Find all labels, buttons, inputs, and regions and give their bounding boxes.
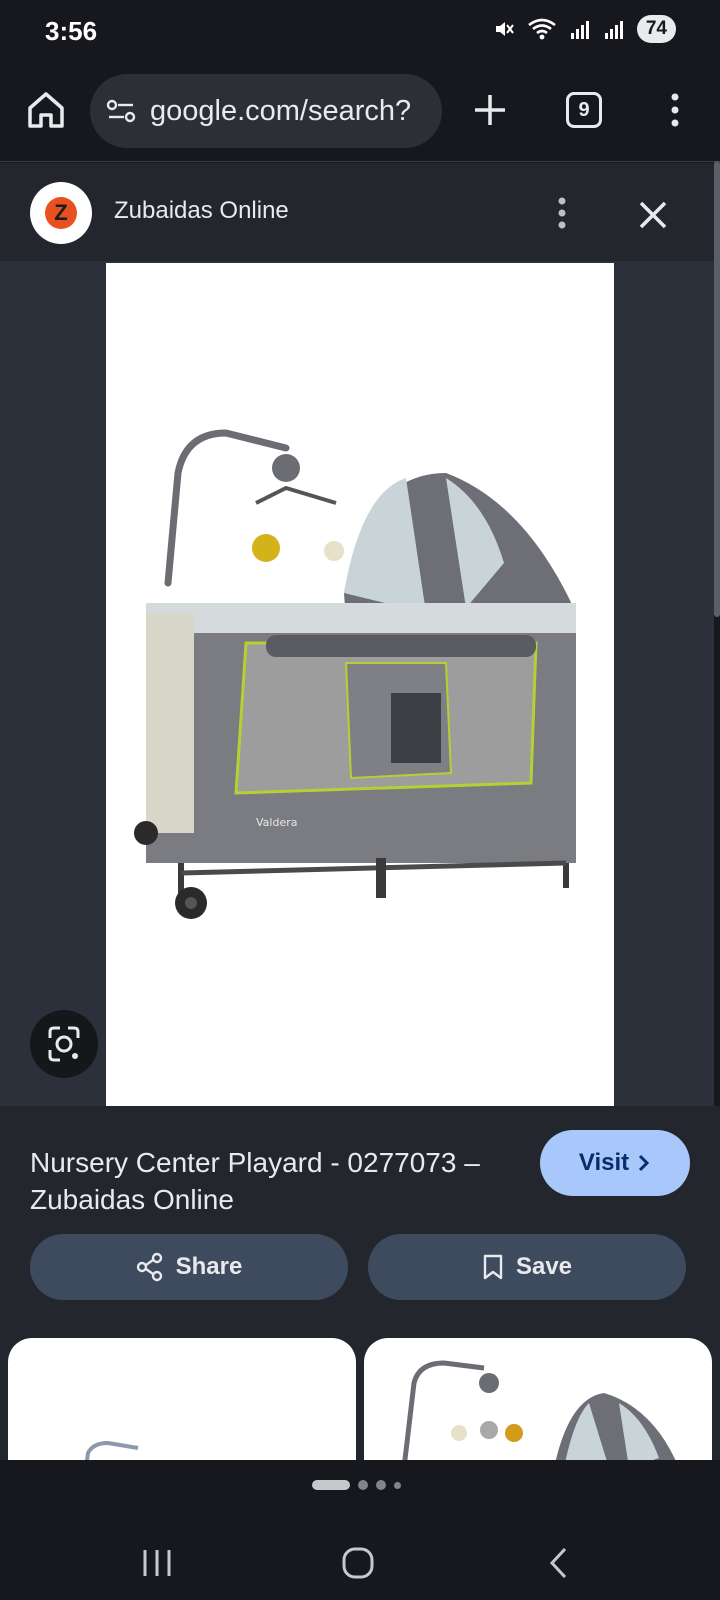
result-title[interactable]: Nursery Center Playard - 0277073 – Zubai… — [30, 1144, 510, 1218]
bookmark-icon — [483, 1254, 503, 1280]
visit-button[interactable]: Visit — [540, 1130, 690, 1196]
status-icons: 74 — [493, 15, 676, 43]
battery-badge: 74 — [636, 15, 676, 43]
page-dot — [358, 1480, 368, 1490]
status-time: 3:56 — [45, 16, 98, 46]
chevron-right-icon — [639, 1154, 650, 1172]
share-label: Share — [175, 1253, 243, 1280]
page-dot — [394, 1481, 401, 1489]
url-text: google.com/search? — [150, 95, 412, 127]
brand-label: Valdera — [256, 816, 297, 829]
related-image-card[interactable] — [8, 1338, 356, 1468]
bottom-dock — [0, 1460, 720, 1600]
url-settings-icon[interactable] — [106, 98, 136, 124]
home-nav-icon[interactable] — [333, 1538, 383, 1588]
scrollbar[interactable] — [714, 161, 720, 617]
image-viewer: Valdera — [0, 261, 714, 1106]
address-bar[interactable]: google.com/search? — [90, 74, 442, 148]
site-name[interactable]: Zubaidas Online — [114, 197, 289, 225]
more-vert-icon[interactable] — [660, 90, 690, 130]
visit-label: Visit — [578, 1149, 630, 1176]
mute-icon — [495, 22, 514, 36]
playard-illustration: Valdera — [134, 429, 576, 919]
site-logo[interactable]: Z — [30, 182, 92, 244]
recents-icon[interactable] — [132, 1538, 182, 1588]
logo-letter: Z — [54, 200, 67, 225]
share-button[interactable]: Share — [30, 1234, 348, 1300]
status-bar: 3:56 74 — [0, 0, 720, 64]
page-indicator — [312, 1480, 401, 1490]
site-header: Z Zubaidas Online — [0, 163, 714, 261]
home-icon[interactable] — [24, 88, 68, 132]
related-image — [401, 1360, 679, 1468]
more-vert-icon[interactable] — [547, 193, 577, 233]
save-button[interactable]: Save — [368, 1234, 686, 1300]
plus-icon[interactable] — [470, 90, 510, 130]
page-dot — [376, 1480, 386, 1490]
page-dot-active — [312, 1480, 350, 1490]
product-image[interactable]: Valdera — [106, 263, 614, 1106]
related-image — [84, 1440, 139, 1468]
lens-icon — [48, 1026, 80, 1062]
signal-icon-2 — [604, 21, 623, 39]
close-icon[interactable] — [633, 195, 673, 235]
save-label: Save — [515, 1253, 573, 1280]
wifi-icon — [528, 18, 556, 40]
tabs-icon[interactable]: 9 — [566, 92, 602, 128]
lens-button[interactable] — [30, 1010, 98, 1078]
browser-toolbar: google.com/search? 9 — [0, 64, 720, 162]
related-image-card[interactable] — [364, 1338, 712, 1468]
signal-icon — [570, 21, 589, 39]
share-icon — [136, 1252, 162, 1282]
back-icon[interactable] — [535, 1538, 585, 1588]
